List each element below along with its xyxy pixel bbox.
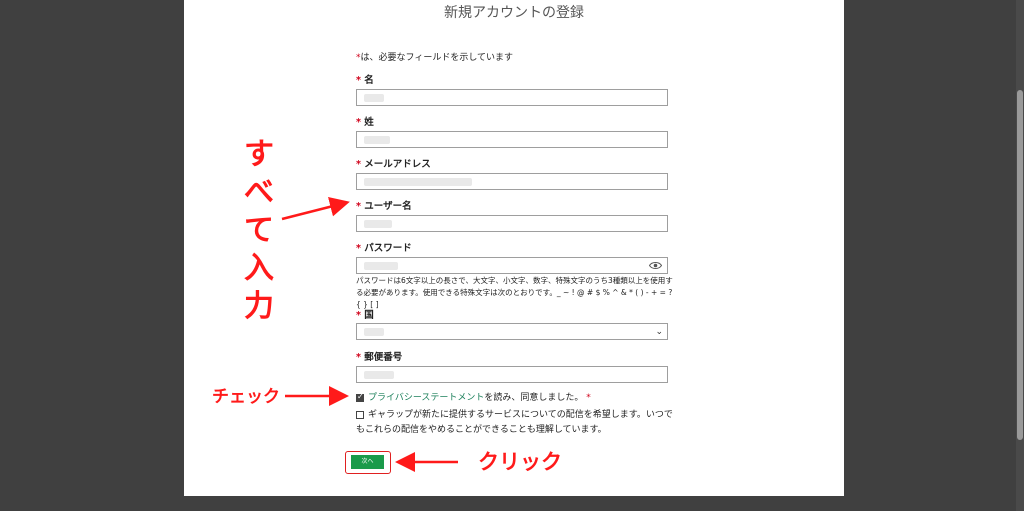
annotation-arrows [281,197,458,472]
arrow-icon [281,197,350,221]
